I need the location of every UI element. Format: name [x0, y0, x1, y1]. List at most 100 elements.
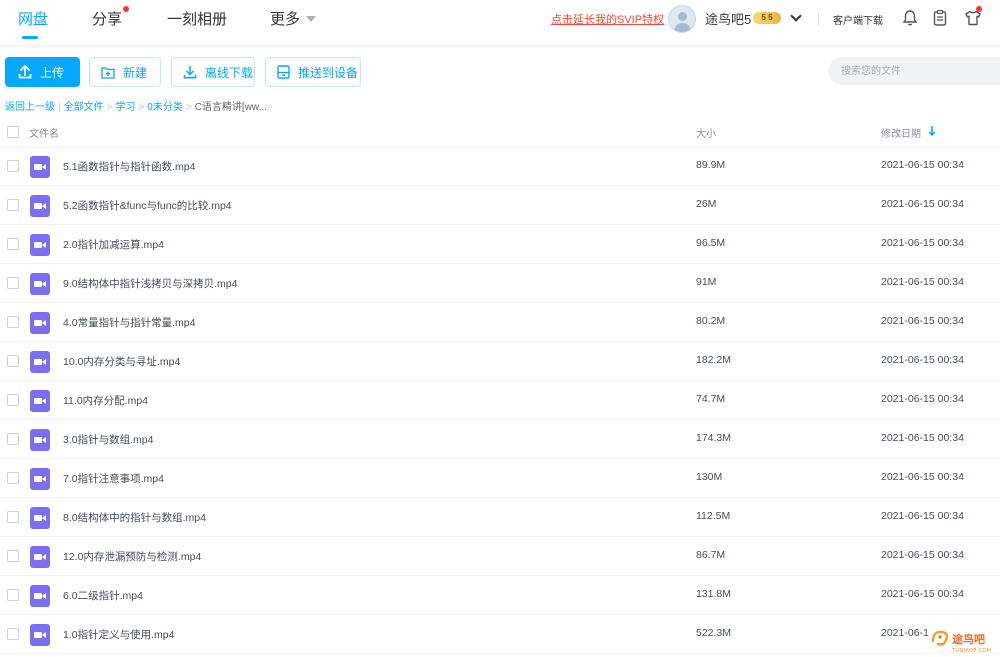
username[interactable]: 途鸟吧5: [705, 9, 751, 28]
table-row[interactable]: 1.0指针定义与使用.mp4 522.3M 2021-06-1: [0, 615, 1000, 654]
new-folder-button-label: 新建: [123, 65, 148, 80]
row-checkbox[interactable]: [7, 394, 19, 406]
user-menu-chevron-icon[interactable]: [790, 10, 802, 22]
file-name[interactable]: 4.0常量指针与指针常量.mp4: [63, 315, 195, 330]
table-row[interactable]: 6.0二级指针.mp4 131.8M 2021-06-15 00:34: [0, 576, 1000, 615]
table-row[interactable]: 3.0指针与数组.mp4 174.3M 2021-06-15 00:34: [0, 420, 1000, 459]
breadcrumb-separator: >: [138, 102, 145, 113]
table-row[interactable]: 5.2函数指针&func与func的比较.mp4 26M 2021-06-15 …: [0, 186, 1000, 225]
file-date: 2021-06-15 00:34: [881, 432, 964, 444]
breadcrumb-separator: >: [185, 102, 192, 113]
row-checkbox[interactable]: [7, 160, 19, 172]
video-file-icon: [30, 468, 50, 490]
file-date: 2021-06-15 00:34: [881, 588, 964, 600]
file-name[interactable]: 10.0内存分类与寻址.mp4: [63, 354, 180, 369]
file-name[interactable]: 8.0结构体中的指针与数组.mp4: [63, 510, 206, 525]
device-icon: [277, 65, 290, 79]
column-header-modified[interactable]: 修改日期: [881, 125, 921, 140]
table-row[interactable]: 10.0内存分类与寻址.mp4 182.2M 2021-06-15 00:34: [0, 342, 1000, 381]
column-header-size[interactable]: 大小: [696, 125, 716, 140]
tab-moments-album[interactable]: 一刻相册: [167, 8, 227, 29]
table-row[interactable]: 11.0内存分配.mp4 74.7M 2021-06-15 00:34: [0, 381, 1000, 420]
file-date: 2021-06-1: [881, 627, 929, 639]
file-name[interactable]: 1.0指针定义与使用.mp4: [63, 627, 174, 642]
client-download-link[interactable]: 客户端下载: [833, 12, 883, 27]
file-date: 2021-06-15 00:34: [881, 237, 964, 249]
file-size: 174.3M: [696, 432, 732, 444]
row-checkbox[interactable]: [7, 433, 19, 445]
file-name[interactable]: 7.0指针注意事项.mp4: [63, 471, 164, 486]
new-folder-icon: [101, 66, 115, 79]
row-checkbox[interactable]: [7, 355, 19, 367]
file-name[interactable]: 11.0内存分配.mp4: [63, 393, 148, 408]
file-name[interactable]: 12.0内存泄漏预防与检测.mp4: [63, 549, 201, 564]
tab-share[interactable]: 分享: [92, 8, 122, 29]
table-row[interactable]: 5.1函数指针与指针函数.mp4 89.9M 2021-06-15 00:34: [0, 147, 1000, 186]
new-folder-button[interactable]: 新建: [89, 57, 161, 87]
row-checkbox[interactable]: [7, 472, 19, 484]
table-row[interactable]: 12.0内存泄漏预防与检测.mp4 86.7M 2021-06-15 00:34: [0, 537, 1000, 576]
offline-download-button-label: 离线下载: [205, 65, 254, 80]
tab-more[interactable]: 更多: [270, 8, 300, 29]
row-checkbox[interactable]: [7, 511, 19, 523]
row-checkbox[interactable]: [7, 277, 19, 289]
breadcrumb-study[interactable]: 学习: [115, 102, 135, 113]
file-date: 2021-06-15 00:34: [881, 510, 964, 522]
column-header-name[interactable]: 文件名: [29, 125, 59, 140]
row-checkbox[interactable]: [7, 238, 19, 250]
table-row[interactable]: 8.0结构体中的指针与数组.mp4 112.5M 2021-06-15 00:3…: [0, 498, 1000, 537]
video-file-icon: [30, 546, 50, 568]
row-checkbox[interactable]: [7, 589, 19, 601]
file-name[interactable]: 3.0指针与数组.mp4: [63, 432, 153, 447]
chevron-down-icon[interactable]: [306, 16, 316, 22]
video-file-icon: [30, 390, 50, 412]
row-checkbox[interactable]: [7, 199, 19, 211]
video-file-icon: [30, 234, 50, 256]
upload-button[interactable]: 上传: [5, 57, 80, 87]
upload-icon: [18, 65, 32, 79]
file-table-header: 文件名 大小 修改日期: [0, 118, 1000, 148]
breadcrumb-back[interactable]: 返回上一级: [5, 102, 55, 113]
video-file-icon: [30, 585, 50, 607]
file-name[interactable]: 2.0指针加减运算.mp4: [63, 237, 164, 252]
active-tab-indicator: [22, 36, 38, 39]
table-row[interactable]: 9.0结构体中指针浅拷贝与深拷贝.mp4 91M 2021-06-15 00:3…: [0, 264, 1000, 303]
push-to-device-button[interactable]: 推送到设备: [265, 57, 361, 87]
breadcrumb-current: C语言精讲[ww...: [194, 102, 267, 113]
bell-icon[interactable]: [901, 9, 919, 27]
select-all-checkbox[interactable]: [7, 126, 19, 138]
file-size: 89.9M: [696, 159, 726, 171]
file-size: 130M: [696, 471, 723, 483]
sort-descending-icon[interactable]: [928, 125, 936, 137]
avatar[interactable]: [668, 5, 696, 33]
table-row[interactable]: 7.0指针注意事项.mp4 130M 2021-06-15 00:34: [0, 459, 1000, 498]
video-file-icon: [30, 351, 50, 373]
row-checkbox[interactable]: [7, 628, 19, 640]
file-name[interactable]: 5.2函数指针&func与func的比较.mp4: [63, 198, 232, 213]
vip-level-badge: 5 5: [753, 12, 781, 24]
offline-download-button[interactable]: 离线下载: [171, 57, 255, 87]
file-name[interactable]: 6.0二级指针.mp4: [63, 588, 143, 603]
clipboard-icon[interactable]: [931, 9, 949, 27]
table-row[interactable]: 2.0指针加减运算.mp4 96.5M 2021-06-15 00:34: [0, 225, 1000, 264]
file-date: 2021-06-15 00:34: [881, 393, 964, 405]
breadcrumb-uncategorized[interactable]: 0未分类: [147, 102, 183, 113]
breadcrumb-all-files[interactable]: 全部文件: [64, 102, 104, 113]
upload-button-label: 上传: [40, 65, 65, 80]
file-size: 74.7M: [696, 393, 726, 405]
tab-netdisk[interactable]: 网盘: [18, 8, 48, 29]
row-checkbox[interactable]: [7, 550, 19, 562]
file-name[interactable]: 9.0结构体中指针浅拷贝与深拷贝.mp4: [63, 276, 237, 291]
file-date: 2021-06-15 00:34: [881, 159, 964, 171]
search-input[interactable]: [828, 57, 1000, 85]
top-navbar: 网盘 分享 一刻相册 更多 点击延长我的SVIP特权 途鸟吧5 5 5 客户端下…: [0, 0, 1000, 46]
skin-notification-dot: [976, 6, 982, 12]
table-row[interactable]: 4.0常量指针与指针常量.mp4 80.2M 2021-06-15 00:34: [0, 303, 1000, 342]
file-name[interactable]: 5.1函数指针与指针函数.mp4: [63, 159, 195, 174]
divider: [818, 12, 819, 26]
file-size: 80.2M: [696, 315, 726, 327]
svip-renew-link[interactable]: 点击延长我的SVIP特权: [551, 11, 664, 27]
watermark-logo: 途鸟吧 TUNIAO8.COM: [931, 630, 992, 654]
watermark-subtext: TUNIAO8.COM: [951, 648, 992, 654]
row-checkbox[interactable]: [7, 316, 19, 328]
